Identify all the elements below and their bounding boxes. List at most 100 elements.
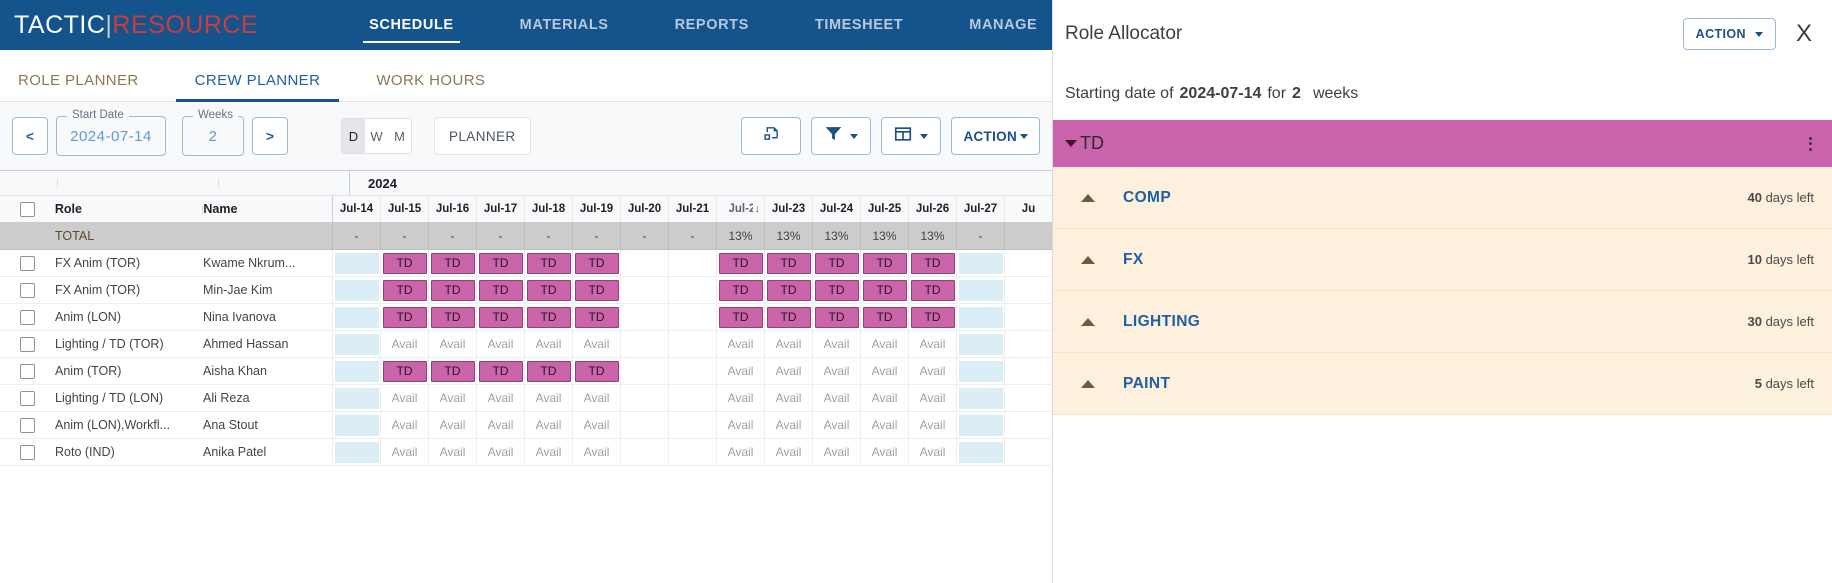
schedule-cell-td[interactable]: TD: [380, 304, 428, 330]
td-chip[interactable]: TD: [478, 252, 523, 274]
schedule-cell-td[interactable]: TD: [908, 277, 956, 303]
schedule-cell-td[interactable]: TD: [860, 304, 908, 330]
expand-triangle-icon[interactable]: [1053, 255, 1123, 264]
schedule-cell-td[interactable]: TD: [716, 277, 764, 303]
row-checkbox[interactable]: [20, 417, 35, 433]
date-column-header[interactable]: Jul-25: [860, 196, 908, 222]
schedule-cell-td[interactable]: TD: [380, 358, 428, 384]
column-resize-handle[interactable]: [218, 179, 219, 187]
panel-role-name[interactable]: FX: [1123, 251, 1748, 269]
schedule-cell-td[interactable]: TD: [764, 250, 812, 276]
tab-crew-planner[interactable]: CREW PLANNER: [175, 72, 339, 102]
select-all-checkbox[interactable]: [19, 201, 35, 217]
schedule-cell-td[interactable]: TD: [764, 277, 812, 303]
schedule-cell-td[interactable]: TD: [572, 250, 620, 276]
schedule-cell-available[interactable]: Avail: [908, 358, 956, 384]
schedule-cell-available[interactable]: Avail: [524, 331, 572, 357]
schedule-cell-td[interactable]: TD: [428, 277, 476, 303]
date-column-header[interactable]: Jul-22↓: [716, 196, 764, 222]
toggle-week[interactable]: W: [365, 119, 388, 153]
expand-triangle-icon[interactable]: [1053, 317, 1123, 326]
app-logo[interactable]: TACTIC|RESOURCE: [0, 11, 258, 40]
tab-role-planner[interactable]: ROLE PLANNER: [14, 72, 143, 101]
schedule-cell-td[interactable]: TD: [908, 304, 956, 330]
td-chip[interactable]: TD: [526, 306, 571, 328]
td-chip[interactable]: TD: [382, 279, 427, 301]
td-chip[interactable]: TD: [910, 279, 955, 301]
td-chip[interactable]: TD: [430, 252, 475, 274]
more-options-icon[interactable]: [1803, 133, 1818, 155]
schedule-cell-available[interactable]: Avail: [716, 412, 764, 438]
schedule-cell-available[interactable]: Avail: [428, 385, 476, 411]
date-column-header[interactable]: Ju: [1004, 196, 1052, 222]
td-chip[interactable]: TD: [814, 252, 859, 274]
date-column-header[interactable]: Jul-24: [812, 196, 860, 222]
td-chip[interactable]: TD: [862, 279, 907, 301]
schedule-cell-td[interactable]: TD: [812, 304, 860, 330]
td-chip[interactable]: TD: [718, 306, 763, 328]
schedule-cell-available[interactable]: Avail: [764, 331, 812, 357]
date-column-header[interactable]: Jul-17: [476, 196, 524, 222]
date-column-header[interactable]: Jul-20: [620, 196, 668, 222]
td-chip[interactable]: TD: [526, 360, 571, 382]
column-header-name[interactable]: Name: [203, 196, 332, 222]
panel-close-button[interactable]: X: [1776, 20, 1832, 48]
schedule-cell-available[interactable]: Avail: [764, 385, 812, 411]
td-chip[interactable]: TD: [574, 279, 619, 301]
schedule-cell-available[interactable]: Avail: [572, 331, 620, 357]
td-chip[interactable]: TD: [910, 306, 955, 328]
schedule-cell-available[interactable]: Avail: [524, 412, 572, 438]
panel-role-name[interactable]: LIGHTING: [1123, 313, 1748, 331]
schedule-cell-td[interactable]: TD: [860, 250, 908, 276]
date-column-header[interactable]: Jul-18: [524, 196, 572, 222]
td-chip[interactable]: TD: [718, 252, 763, 274]
panel-role-row[interactable]: FX 10 days left: [1053, 229, 1832, 291]
schedule-cell-td[interactable]: TD: [812, 277, 860, 303]
schedule-cell-td[interactable]: TD: [476, 277, 524, 303]
date-column-header[interactable]: Jul-19: [572, 196, 620, 222]
expand-triangle-icon[interactable]: [1053, 379, 1123, 388]
td-chip[interactable]: TD: [382, 252, 427, 274]
td-chip[interactable]: TD: [478, 360, 523, 382]
schedule-cell-td[interactable]: TD: [860, 277, 908, 303]
table-row[interactable]: Anim (LON),Workfl... Ana Stout Avail Avail A…: [0, 412, 1052, 439]
schedule-cell-available[interactable]: Avail: [572, 439, 620, 465]
date-column-header[interactable]: Jul-14: [332, 196, 380, 222]
schedule-cell-td[interactable]: TD: [476, 358, 524, 384]
td-chip[interactable]: TD: [430, 360, 475, 382]
collapse-triangle-icon[interactable]: [1065, 140, 1077, 147]
nav-item-schedule[interactable]: SCHEDULE: [363, 0, 460, 50]
schedule-cell-td[interactable]: TD: [764, 304, 812, 330]
row-checkbox[interactable]: [20, 336, 35, 352]
table-row[interactable]: Roto (IND) Anika Patel Avail Avail Avail Avai…: [0, 439, 1052, 466]
schedule-cell-available[interactable]: Avail: [380, 331, 428, 357]
export-button[interactable]: [741, 117, 802, 155]
row-checkbox[interactable]: [20, 444, 35, 460]
nav-item-manage[interactable]: MANAGE: [969, 0, 1037, 50]
td-chip[interactable]: TD: [526, 252, 571, 274]
sort-descending-icon[interactable]: ↓: [755, 203, 761, 215]
schedule-cell-available[interactable]: Avail: [860, 439, 908, 465]
previous-period-button[interactable]: <: [12, 117, 48, 155]
table-row[interactable]: Lighting / TD (TOR) Ahmed Hassan Avail Avai…: [0, 331, 1052, 358]
toggle-month[interactable]: M: [388, 119, 411, 153]
start-date-field[interactable]: Start Date 2024-07-14: [56, 109, 166, 156]
td-chip[interactable]: TD: [766, 279, 811, 301]
date-column-header[interactable]: Jul-23: [764, 196, 812, 222]
nav-item-reports[interactable]: REPORTS: [675, 0, 749, 50]
schedule-cell-available[interactable]: Avail: [764, 412, 812, 438]
td-chip[interactable]: TD: [862, 252, 907, 274]
panel-role-row[interactable]: LIGHTING 30 days left: [1053, 291, 1832, 353]
date-column-header[interactable]: Jul-16: [428, 196, 476, 222]
row-checkbox[interactable]: [20, 255, 35, 271]
schedule-cell-available[interactable]: Avail: [524, 439, 572, 465]
schedule-cell-available[interactable]: Avail: [764, 439, 812, 465]
td-chip[interactable]: TD: [478, 306, 523, 328]
panel-role-name[interactable]: PAINT: [1123, 375, 1755, 393]
table-row[interactable]: FX Anim (TOR) Min-Jae Kim TD TD TD TD TD TD TD TD…: [0, 277, 1052, 304]
td-chip[interactable]: TD: [766, 306, 811, 328]
columns-button[interactable]: [881, 117, 942, 155]
schedule-cell-available[interactable]: Avail: [860, 385, 908, 411]
row-checkbox[interactable]: [20, 309, 35, 325]
weeks-field[interactable]: Weeks 2: [182, 109, 244, 156]
